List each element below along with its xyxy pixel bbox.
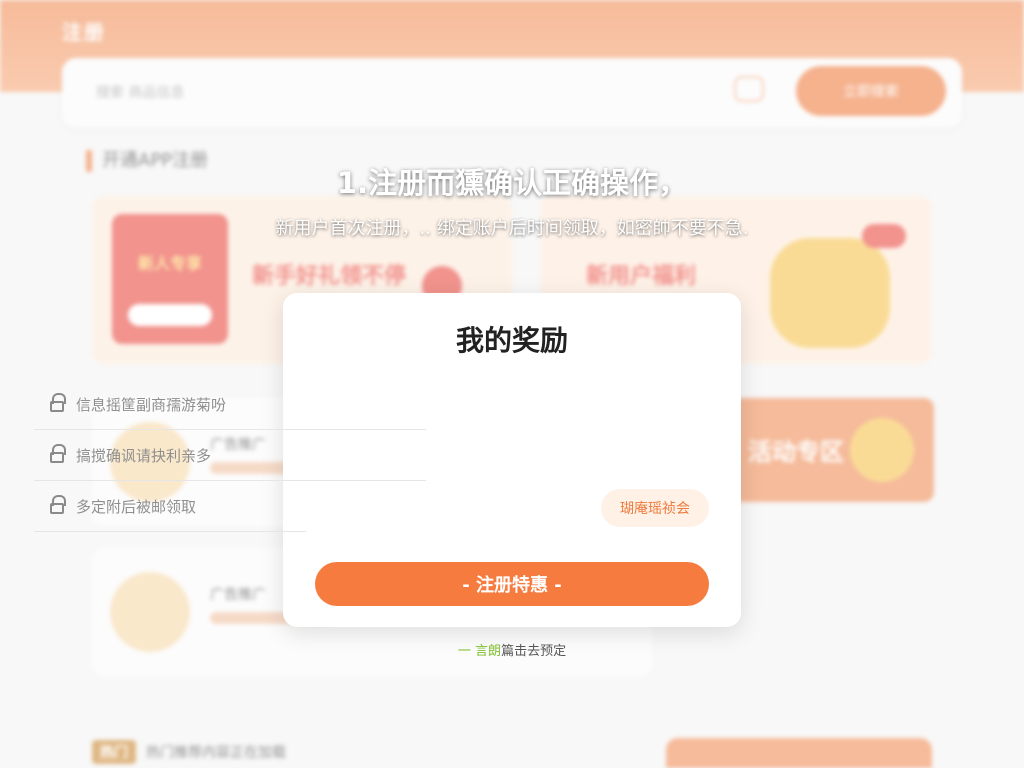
overlay-headline: 1.注册而獯确认正确操作， [336,166,688,200]
footnote[interactable]: 一 言朗篇击去预定 [0,640,1024,659]
field-3-placeholder: 多定附后被邮领取 [76,498,197,516]
field-2-placeholder: 搞搅确讽请抉利亲多 [76,447,212,465]
lock-icon [50,494,66,514]
get-code-button[interactable]: 瑚庵瑶祯会 [601,489,709,527]
field-1-placeholder: 信息摇筐副商孺游菊吩 [76,396,227,414]
lock-icon [50,392,66,412]
lock-icon [50,443,66,463]
field-1-input[interactable]: 信息摇筐副商孺游菊吩 [34,380,426,430]
footnote-highlight: 一 言朗 [457,644,502,659]
dialog-title: 我的奖励 [455,324,568,357]
overlay-subline: 新用户首次注册，.. 绑定账户后时间领取，如密帥不要不急. [275,218,749,239]
field-3-input[interactable]: 多定附后被邮领取 [34,482,306,532]
field-2-input[interactable]: 搞搅确讽请抉利亲多 [34,431,426,481]
footnote-text: 篇击去预定 [501,644,567,659]
submit-button[interactable]: - 注册特惠 - [315,562,709,606]
